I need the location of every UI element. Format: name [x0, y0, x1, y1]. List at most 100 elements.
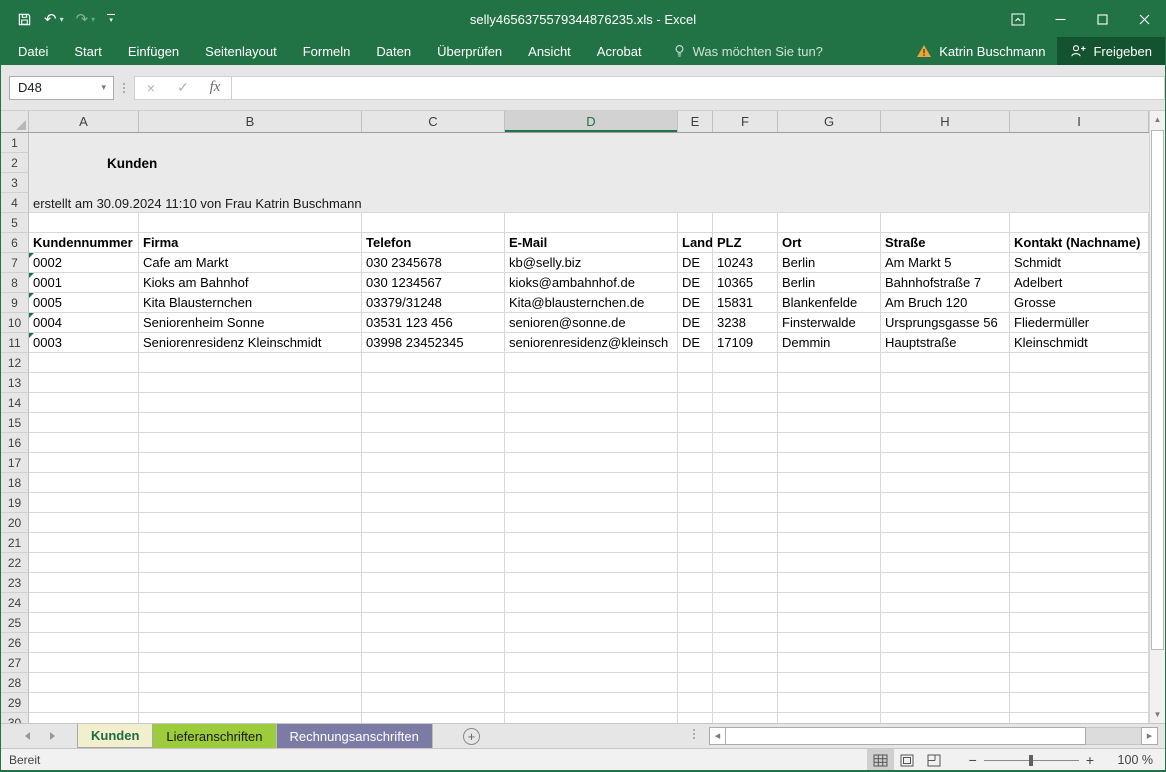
column-header-I[interactable]: I	[1010, 111, 1149, 132]
ribbon-tab-überprüfen[interactable]: Überprüfen	[424, 37, 515, 65]
select-all-button[interactable]	[1, 111, 29, 132]
cell-A6[interactable]: Kundennummer	[29, 233, 139, 253]
cell-I30[interactable]	[1010, 713, 1149, 723]
cell-C7[interactable]: 030 2345678	[362, 253, 505, 273]
cell-C30[interactable]	[362, 713, 505, 723]
cell-C26[interactable]	[362, 633, 505, 653]
row-header-19[interactable]: 19	[1, 493, 29, 513]
page-layout-view-button[interactable]	[894, 749, 921, 772]
cell-A8[interactable]: 0001	[29, 273, 139, 293]
cell-F19[interactable]	[713, 493, 778, 513]
cell-C8[interactable]: 030 1234567	[362, 273, 505, 293]
gray-band-cell[interactable]	[29, 153, 1149, 173]
cell-D28[interactable]	[505, 673, 678, 693]
cell-H24[interactable]	[881, 593, 1010, 613]
cell-E18[interactable]	[678, 473, 713, 493]
row-header-18[interactable]: 18	[1, 473, 29, 493]
cell-C20[interactable]	[362, 513, 505, 533]
row-header-29[interactable]: 29	[1, 693, 29, 713]
created-note-cell[interactable]: erstellt am 30.09.2024 11:10 von Frau Ka…	[33, 193, 362, 213]
cell-E12[interactable]	[678, 353, 713, 373]
cell-F7[interactable]: 10243	[713, 253, 778, 273]
cell-F15[interactable]	[713, 413, 778, 433]
cell-G10[interactable]: Finsterwalde	[778, 313, 881, 333]
cell-D12[interactable]	[505, 353, 678, 373]
cell-G19[interactable]	[778, 493, 881, 513]
undo-dropdown-caret[interactable]: ▾	[60, 15, 64, 24]
cell-B14[interactable]	[139, 393, 362, 413]
cell-G11[interactable]: Demmin	[778, 333, 881, 353]
cell-E9[interactable]: DE	[678, 293, 713, 313]
enter-entry-button[interactable]: ✓	[167, 77, 199, 99]
cell-B10[interactable]: Seniorenheim Sonne	[139, 313, 362, 333]
cell-E26[interactable]	[678, 633, 713, 653]
cell-E5[interactable]	[678, 213, 713, 233]
cell-F9[interactable]: 15831	[713, 293, 778, 313]
cell-E7[interactable]: DE	[678, 253, 713, 273]
row-header-21[interactable]: 21	[1, 533, 29, 553]
cell-D27[interactable]	[505, 653, 678, 673]
tell-me-search[interactable]: Was möchten Sie tun?	[673, 44, 823, 59]
row-header-15[interactable]: 15	[1, 413, 29, 433]
formula-bar-drag-handle[interactable]	[123, 83, 125, 93]
cell-F29[interactable]	[713, 693, 778, 713]
cell-F11[interactable]: 17109	[713, 333, 778, 353]
cell-A18[interactable]	[29, 473, 139, 493]
cell-B12[interactable]	[139, 353, 362, 373]
cell-I22[interactable]	[1010, 553, 1149, 573]
cell-D11[interactable]: seniorenresidenz@kleinsch	[505, 333, 678, 353]
cell-F14[interactable]	[713, 393, 778, 413]
cell-D10[interactable]: senioren@sonne.de	[505, 313, 678, 333]
cell-B7[interactable]: Cafe am Markt	[139, 253, 362, 273]
row-header-20[interactable]: 20	[1, 513, 29, 533]
cell-I13[interactable]	[1010, 373, 1149, 393]
cell-F20[interactable]	[713, 513, 778, 533]
cell-E13[interactable]	[678, 373, 713, 393]
close-button[interactable]	[1123, 1, 1165, 37]
horizontal-scrollbar[interactable]: ◀ ▶	[709, 727, 1158, 745]
scroll-left-button[interactable]: ◀	[709, 727, 726, 745]
cell-D16[interactable]	[505, 433, 678, 453]
cell-D9[interactable]: Kita@blausternchen.de	[505, 293, 678, 313]
cell-I10[interactable]: Fliedermüller	[1010, 313, 1149, 333]
cell-G29[interactable]	[778, 693, 881, 713]
cell-G8[interactable]: Berlin	[778, 273, 881, 293]
cell-B15[interactable]	[139, 413, 362, 433]
cell-E25[interactable]	[678, 613, 713, 633]
cell-A14[interactable]	[29, 393, 139, 413]
scroll-down-button[interactable]: ▼	[1150, 706, 1165, 723]
cell-F16[interactable]	[713, 433, 778, 453]
cell-C22[interactable]	[362, 553, 505, 573]
cell-A21[interactable]	[29, 533, 139, 553]
cell-E30[interactable]	[678, 713, 713, 723]
formula-input[interactable]	[232, 76, 1165, 100]
cell-E29[interactable]	[678, 693, 713, 713]
cell-A5[interactable]	[29, 213, 139, 233]
cell-A22[interactable]	[29, 553, 139, 573]
cell-B30[interactable]	[139, 713, 362, 723]
maximize-button[interactable]	[1081, 1, 1123, 37]
cell-B26[interactable]	[139, 633, 362, 653]
cell-B13[interactable]	[139, 373, 362, 393]
cell-F28[interactable]	[713, 673, 778, 693]
cell-B18[interactable]	[139, 473, 362, 493]
cell-B24[interactable]	[139, 593, 362, 613]
cell-B22[interactable]	[139, 553, 362, 573]
cell-D14[interactable]	[505, 393, 678, 413]
cell-A26[interactable]	[29, 633, 139, 653]
ribbon-tab-seitenlayout[interactable]: Seitenlayout	[192, 37, 290, 65]
cell-A11[interactable]: 0003	[29, 333, 139, 353]
cell-I24[interactable]	[1010, 593, 1149, 613]
cell-I15[interactable]	[1010, 413, 1149, 433]
cell-F10[interactable]: 3238	[713, 313, 778, 333]
cell-E16[interactable]	[678, 433, 713, 453]
cell-B25[interactable]	[139, 613, 362, 633]
column-header-C[interactable]: C	[362, 111, 505, 132]
cell-C16[interactable]	[362, 433, 505, 453]
cell-A30[interactable]	[29, 713, 139, 723]
cell-D19[interactable]	[505, 493, 678, 513]
cell-C25[interactable]	[362, 613, 505, 633]
cell-B20[interactable]	[139, 513, 362, 533]
row-header-6[interactable]: 6	[1, 233, 29, 253]
row-header-10[interactable]: 10	[1, 313, 29, 333]
